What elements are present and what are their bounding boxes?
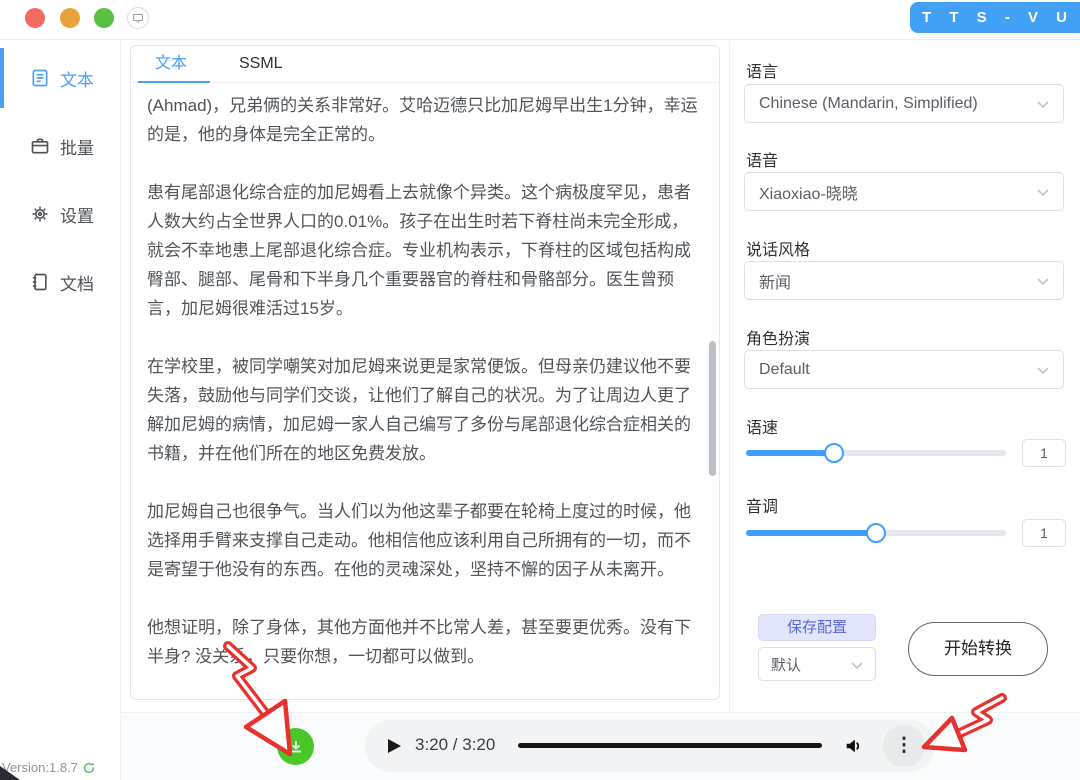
paragraph: 患有尾部退化综合症的加尼姆看上去就像个异类。这个病极度罕见，患者人数大约占全世界… [147,178,701,323]
play-icon [387,738,402,754]
gear-icon [30,204,50,224]
preset-value: 默认 [771,654,801,675]
paragraph: (Ahmad)，兄弟俩的关系非常好。艾哈迈德只比加尼姆早出生1分钟，幸运的是，他… [147,91,701,149]
speed-value-input[interactable]: 1 [1022,439,1066,467]
voice-select[interactable]: Xiaoxiao-晓晓 [744,172,1064,211]
preset-select[interactable]: 默认 [758,647,876,681]
app-logo: T T S - V U E [910,2,1080,33]
role-value: Default [759,361,810,379]
style-select[interactable]: 新闻 [744,261,1064,300]
speaker-icon [843,735,865,757]
sidebar-item-settings[interactable]: 设置 [0,190,120,238]
text-editor-card: 文本 SSML (Ahmad)，兄弟俩的关系非常好。艾哈迈德只比加尼姆早出生1分… [130,45,720,700]
paragraph: 他想证明，除了身体，其他方面他并不比常人差，甚至要更优秀。没有下半身? 没关系，… [147,613,701,671]
monitor-icon [132,12,144,24]
more-options-button[interactable]: ⋮ [883,725,925,767]
speed-label: 语速 [746,414,778,438]
chevron-down-icon [1037,95,1049,113]
sidebar-item-label: 设置 [60,202,94,227]
active-tab-underline [138,81,210,83]
player-bar: 3:20 / 3:20 ⋮ [121,712,1080,780]
start-convert-button[interactable]: 开始转换 [908,622,1048,676]
scrollbar-thumb[interactable] [709,341,716,476]
pitch-slider-handle[interactable] [866,523,886,543]
language-value: Chinese (Mandarin, Simplified) [759,95,978,113]
sidebar: 文本 批量 设置 文档 Version:1.8.7 [0,41,121,780]
cursor-artifact [0,766,20,780]
progress-bar[interactable] [518,743,822,748]
save-config-button[interactable]: 保存配置 [758,614,876,641]
close-window-button[interactable] [25,8,45,28]
tab-text[interactable]: 文本 [155,46,187,81]
download-audio-button[interactable] [277,728,314,765]
chevron-down-icon [1037,272,1049,290]
tts-vue-window: T T S - V U E 文本 批量 设置 文档 [0,0,1080,780]
play-button[interactable] [387,738,402,759]
speed-slider-fill [746,450,834,456]
maximize-window-button[interactable] [94,8,114,28]
pitch-slider-fill [746,530,876,536]
pitch-slider[interactable] [746,530,1006,536]
playback-time: 3:20 / 3:20 [415,735,495,755]
language-label: 语言 [746,58,778,82]
speed-slider-handle[interactable] [824,443,844,463]
minimize-window-button[interactable] [60,8,80,28]
speed-slider[interactable] [746,450,1006,456]
editor-tabbar: 文本 SSML [131,46,719,83]
sidebar-item-label: 文本 [60,66,94,91]
always-on-top-button[interactable] [127,7,149,29]
pitch-label: 音调 [746,493,778,517]
title-bar: T T S - V U E [0,0,1080,40]
pitch-value-input[interactable]: 1 [1022,519,1066,547]
document-icon [30,68,50,88]
text-input-area[interactable]: (Ahmad)，兄弟俩的关系非常好。艾哈迈德只比加尼姆早出生1分钟，幸运的是，他… [131,84,719,698]
refresh-icon[interactable] [82,761,96,775]
sidebar-item-text[interactable]: 文本 [0,54,120,102]
sidebar-item-docs[interactable]: 文档 [0,258,120,306]
docs-book-icon [30,272,50,292]
audio-player: 3:20 / 3:20 ⋮ [365,720,935,772]
sidebar-item-label: 批量 [60,134,94,159]
sidebar-item-batch[interactable]: 批量 [0,122,120,170]
role-select[interactable]: Default [744,350,1064,389]
style-value: 新闻 [759,269,791,293]
chevron-down-icon [1037,361,1049,379]
paragraph: 加尼姆自己也很争气。当人们以为他这辈子都要在轮椅上度过的时候，他选择用手臂来支撑… [147,497,701,584]
tab-ssml[interactable]: SSML [239,46,283,81]
voice-value: Xiaoxiao-晓晓 [759,180,858,204]
paragraph: 在学校里，被同学嘲笑对加尼姆来说更是家常便饭。但母亲仍建议他不要失落，鼓励他与同… [147,352,701,468]
voice-label: 语音 [746,147,778,171]
role-label: 角色扮演 [746,325,810,349]
language-select[interactable]: Chinese (Mandarin, Simplified) [744,84,1064,123]
batch-box-icon [30,136,50,156]
settings-panel: 语言 Chinese (Mandarin, Simplified) 语音 Xia… [729,41,1080,712]
chevron-down-icon [851,656,863,673]
download-icon [287,738,305,756]
chevron-down-icon [1037,183,1049,201]
sidebar-item-label: 文档 [60,270,94,295]
volume-button[interactable] [843,735,865,762]
style-label: 说话风格 [746,236,810,260]
